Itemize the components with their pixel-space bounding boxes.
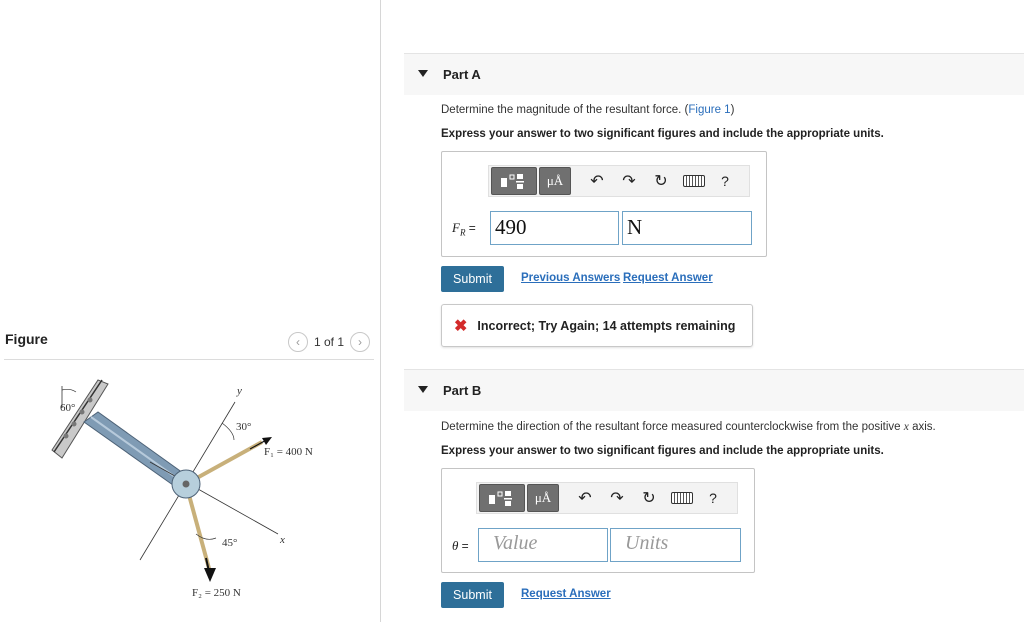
templates-icon <box>501 174 524 189</box>
x-axis-label: x <box>279 534 285 546</box>
incorrect-x-icon: ✖ <box>454 317 468 335</box>
part-a-question: Determine the magnitude of the resultant… <box>441 104 735 116</box>
part-a-instruction: Express your answer to two significant f… <box>441 128 884 140</box>
part-b-submit-button[interactable]: Submit <box>441 582 504 608</box>
part-a-submit-button[interactable]: Submit <box>441 266 504 292</box>
fr-label: FR = <box>452 220 476 238</box>
figure-title: Figure <box>5 331 48 347</box>
reset-icon[interactable]: ↻ <box>635 484 663 512</box>
help-button[interactable]: ? <box>711 167 739 195</box>
part-a-answer-box: μÅ ↶ ↷ ↻ ? FR = 490 N <box>441 151 767 257</box>
next-figure-button[interactable]: › <box>350 332 370 352</box>
fr-units-input[interactable]: N <box>622 211 752 245</box>
figure-page-indicator: 1 of 1 <box>313 335 344 349</box>
theta-label: θ = <box>452 538 469 553</box>
part-b-question: Determine the direction of the resultant… <box>441 421 936 433</box>
previous-answers-link[interactable]: Previous Answers <box>521 272 620 284</box>
undo-icon[interactable]: ↶ <box>571 484 599 512</box>
y-axis-label: y <box>236 385 242 397</box>
part-b-toolbar: μÅ ↶ ↷ ↻ ? <box>476 482 738 514</box>
figure-header: Figure ‹ 1 of 1 › <box>4 330 374 360</box>
part-b-request-answer-link[interactable]: Request Answer <box>521 588 611 600</box>
part-b-instruction: Express your answer to two significant f… <box>441 445 884 457</box>
templates-icon <box>489 491 512 506</box>
theta-units-input[interactable]: Units <box>610 528 741 562</box>
part-a-request-answer-link[interactable]: Request Answer <box>623 272 713 284</box>
templates-button[interactable] <box>491 167 537 195</box>
f2-label: F₂ = 250 N <box>192 587 241 599</box>
part-a-toolbar: μÅ ↶ ↷ ↻ ? <box>488 165 750 197</box>
figure-panel: Figure ‹ 1 of 1 › 60° y x 30° F₁ = 400 N… <box>0 0 381 622</box>
templates-button[interactable] <box>479 484 525 512</box>
wall-angle-label: 60° <box>60 402 75 414</box>
keyboard-icon[interactable] <box>671 492 693 504</box>
keyboard-icon[interactable] <box>683 175 705 187</box>
part-b-header[interactable]: Part B <box>404 369 1024 411</box>
f1-label: F₁ = 400 N <box>264 446 313 458</box>
theta-value-input[interactable]: Value <box>478 528 608 562</box>
feedback-text: Incorrect; Try Again; 14 attempts remain… <box>477 318 736 333</box>
figure-link[interactable]: Figure 1 <box>688 104 730 116</box>
x-axis-line <box>149 461 279 535</box>
units-symbols-button[interactable]: μÅ <box>527 484 559 512</box>
part-b-title: Part B <box>443 383 482 398</box>
part-a-header[interactable]: Part A <box>404 53 1024 95</box>
wall-angle-arc <box>61 388 77 393</box>
redo-icon[interactable]: ↷ <box>615 167 643 195</box>
undo-icon[interactable]: ↶ <box>583 167 611 195</box>
incorrect-feedback: ✖ Incorrect; Try Again; 14 attempts rema… <box>441 304 753 347</box>
f1-angle-label: 30° <box>236 421 251 433</box>
collapse-part-a-icon[interactable] <box>418 70 428 77</box>
force-diagram: 60° y x 30° F₁ = 400 N 45° F₂ = 250 N <box>51 379 313 599</box>
part-a-title: Part A <box>443 67 481 82</box>
reset-icon[interactable]: ↻ <box>647 167 675 195</box>
fr-value-input[interactable]: 490 <box>490 211 619 245</box>
prev-figure-button[interactable]: ‹ <box>287 332 308 352</box>
angle-arc-f1 <box>221 422 235 441</box>
redo-icon[interactable]: ↷ <box>603 484 631 512</box>
figure-pager: ‹ 1 of 1 › <box>287 332 370 352</box>
f2-angle-label: 45° <box>222 537 237 549</box>
part-b-answer-box: μÅ ↶ ↷ ↻ ? θ = Value Units <box>441 468 755 573</box>
help-button[interactable]: ? <box>699 484 727 512</box>
units-symbols-button[interactable]: μÅ <box>539 167 571 195</box>
collapse-part-b-icon[interactable] <box>418 386 428 393</box>
